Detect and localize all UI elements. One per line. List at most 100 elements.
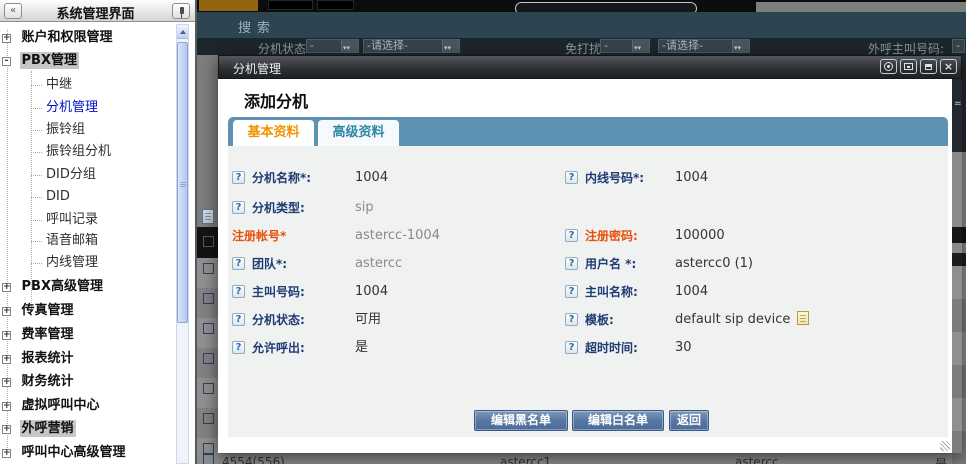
select-value: - [604,39,608,52]
sidebar-item-ring-group[interactable]: 振铃组 [46,121,85,139]
row-checkbox[interactable] [203,293,214,304]
help-icon[interactable] [232,171,245,184]
tab-advanced-info[interactable]: 高级资料 [318,120,399,146]
active-module-tab[interactable] [199,0,258,11]
sidebar-item-label: 费率管理 [20,326,76,343]
expand-icon[interactable] [2,402,11,411]
help-icon[interactable] [565,229,578,242]
expand-icon[interactable] [2,355,11,364]
expand-icon[interactable] [2,378,11,387]
expand-icon[interactable] [2,283,11,292]
tab-basic-info[interactable]: 基本资料 [233,120,314,146]
field-value: 是 [355,339,368,357]
cell-account: astercc1 [500,455,551,464]
row-checkbox[interactable] [203,323,214,334]
collapse-node-icon[interactable] [2,57,11,66]
help-icon[interactable] [232,201,245,214]
sidebar-item-call-records[interactable]: 呼叫记录 [46,211,98,229]
sidebar-item-reports[interactable]: 报表统计 [2,350,76,368]
row-checkbox[interactable] [203,413,214,424]
dropdown-arrows-icon[interactable] [341,40,358,52]
field-label: 团队*: [252,255,287,273]
dialog-heading: 添加分机 [244,88,308,112]
sidebar-item-label: 财务统计 [20,373,76,390]
help-icon[interactable] [565,257,578,270]
field-label: 超时时间: [585,339,638,357]
dialog-window-controls: × [880,59,957,74]
toolbar-button-1[interactable] [268,0,313,10]
back-button[interactable]: 返回 [669,410,709,431]
template-document-icon[interactable] [797,311,809,325]
sidebar-item-voicemail[interactable]: 语音邮箱 [46,232,98,250]
help-icon[interactable] [565,171,578,184]
dropdown-arrows-icon[interactable] [732,40,749,52]
sidebar-item-callcenter-advanced[interactable]: 呼叫中心高级管理 [2,444,128,462]
sidebar-item-virtual-callcenter[interactable]: 虚拟呼叫中心 [2,397,102,415]
row-checkbox[interactable] [203,263,214,274]
field-value: astercc-1004 [355,227,440,245]
sidebar-item-did[interactable]: DID [46,188,70,206]
sidebar-item-did-group[interactable]: DID分组 [46,166,96,184]
expand-icon[interactable] [2,34,11,43]
help-icon[interactable] [232,313,245,326]
row-checkbox[interactable] [203,383,214,394]
template-value: default sip device [675,312,790,327]
resize-grip[interactable] [940,441,950,451]
row-checkbox[interactable] [203,353,214,364]
search-panel-header[interactable]: 搜索 [197,12,966,38]
collapse-circle-icon[interactable] [880,59,897,74]
row-checkbox[interactable] [203,454,214,464]
expand-icon[interactable] [2,307,11,316]
sidebar-item-rate[interactable]: 费率管理 [2,326,76,344]
field-label: 分机类型: [252,199,305,217]
close-icon[interactable]: × [940,59,957,74]
field-value: 30 [675,339,692,357]
expand-icon[interactable] [2,449,11,458]
sidebar-item-internal-line[interactable]: 内线管理 [46,254,98,272]
help-icon[interactable] [232,285,245,298]
toolbar-button-2[interactable] [317,0,354,10]
sidebar-item-outbound-marketing[interactable]: 外呼营销 [2,420,76,438]
export-document-icon[interactable] [202,209,214,224]
sidebar-header: « 系统管理界面 [0,0,195,22]
cell-team: astercc [735,455,779,464]
dnd-value-select[interactable]: -请选择- [658,39,750,53]
scrollbar-thumb[interactable] [177,42,188,323]
ext-status-value-select[interactable]: -请选择- [363,39,460,53]
sidebar-item-accounts[interactable]: 账户和权限管理 [2,29,115,47]
dialog-titlebar[interactable]: 分机管理 × [218,55,962,79]
select-all-checkbox[interactable] [203,236,214,247]
ext-status-operator-select[interactable]: - [306,39,359,53]
sidebar-item-extension-mgmt[interactable]: 分机管理 [46,99,98,117]
help-icon[interactable] [565,313,578,326]
dnd-operator-select[interactable]: - [600,39,650,53]
table-header-sliver [197,227,218,258]
scroll-up-icon[interactable] [177,25,188,39]
edit-whitelist-button[interactable]: 编辑白名单 [572,410,664,431]
sidebar-item-ring-group-ext[interactable]: 振铃组分机 [46,143,111,161]
help-icon[interactable] [565,341,578,354]
callerid-operator-select[interactable]: - [952,39,965,53]
sidebar-item-pbx[interactable]: PBX管理 [2,52,79,70]
sidebar-item-pbx-advanced[interactable]: PBX高级管理 [2,278,105,296]
field-value: 1004 [355,283,388,301]
expand-icon[interactable] [2,425,11,434]
row-checkbox[interactable] [203,443,214,454]
restore-icon[interactable] [920,59,937,74]
pin-icon[interactable] [172,3,190,19]
table-row[interactable]: 4554(556) astercc1 astercc 是 [197,454,966,464]
dropdown-arrows-icon[interactable] [442,40,459,52]
sidebar-item-label: 外呼营销 [20,420,76,437]
help-icon[interactable] [565,285,578,298]
sidebar-item-finance[interactable]: 财务统计 [2,373,76,391]
help-icon[interactable] [232,257,245,270]
dropdown-arrows-icon[interactable] [632,40,649,52]
edit-blacklist-button[interactable]: 编辑黑名单 [474,410,568,431]
sidebar-scrollbar[interactable] [176,24,189,464]
help-icon[interactable] [232,341,245,354]
sidebar-item-trunk[interactable]: 中继 [46,76,72,94]
maximize-icon[interactable] [900,59,917,74]
expand-icon[interactable] [2,331,11,340]
sidebar-item-fax[interactable]: 传真管理 [2,302,76,320]
field-value: 可用 [355,311,381,329]
